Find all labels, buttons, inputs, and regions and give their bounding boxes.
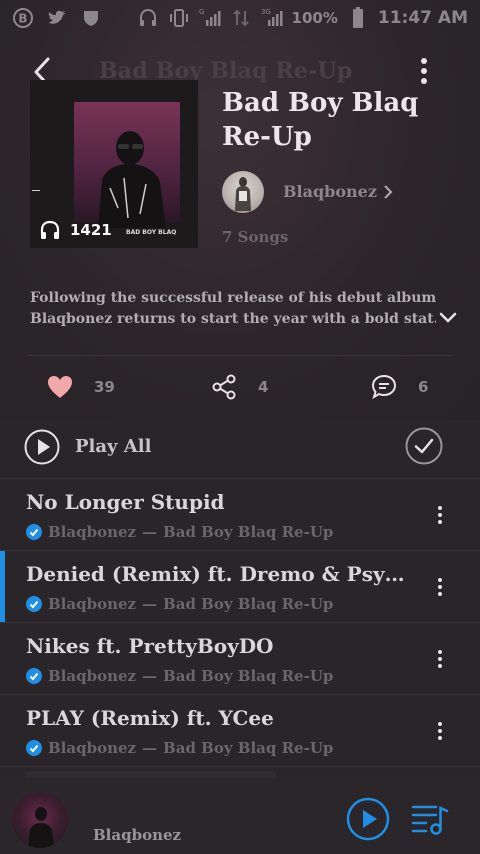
mini-play-button[interactable]: [346, 797, 390, 841]
track-subtitle: Blaqbonez — Bad Boy Blaq Re-Up: [26, 739, 333, 757]
play-all-label[interactable]: Play All: [75, 436, 151, 457]
like-button[interactable]: 39: [46, 372, 115, 402]
mini-player-artist: Blaqbonez: [93, 826, 182, 844]
track-more-button[interactable]: [430, 647, 450, 671]
share-button[interactable]: 4: [210, 372, 268, 402]
kebab-menu-icon: [438, 506, 442, 524]
more-options-button[interactable]: [410, 56, 438, 88]
select-tracks-button[interactable]: [405, 427, 443, 465]
network-label: 3G: [261, 8, 271, 16]
track-more-button[interactable]: [430, 719, 450, 743]
kebab-menu-icon: [421, 58, 427, 84]
like-count: 39: [94, 378, 115, 396]
clock: 11:47 AM: [377, 8, 468, 28]
verified-icon: [26, 740, 42, 756]
kebab-menu-icon: [438, 722, 442, 740]
shield-icon: [80, 7, 102, 29]
kebab-menu-icon: [438, 578, 442, 596]
chevron-down-icon: [439, 312, 457, 323]
track-row-partial[interactable]: [0, 766, 480, 778]
track-album: Bad Boy Blaq Re-Up: [163, 523, 334, 541]
track-list: No Longer Stupid Blaqbonez — Bad Boy Bla…: [0, 478, 480, 766]
play-count-value: 1421: [70, 221, 112, 239]
track-artist: Blaqbonez: [48, 739, 137, 757]
artwork-figure: [28, 807, 54, 848]
data-arrows-icon: [230, 7, 252, 29]
signal-icon: 3G: [261, 7, 283, 29]
track-album: Bad Boy Blaq Re-Up: [163, 667, 334, 685]
play-circle-icon: [24, 429, 60, 465]
album-title: Bad Boy Blaq Re-Up: [222, 88, 419, 152]
play-count: 1421: [38, 218, 112, 242]
description-line: Blaqbonez returns to start the year with…: [30, 311, 436, 327]
comment-count: 6: [418, 378, 429, 396]
track-artist: Blaqbonez: [48, 667, 137, 685]
play-circle-icon: [346, 797, 390, 841]
track-title: PLAY (Remix) ft. YCee: [26, 706, 274, 730]
network-label: G: [199, 8, 204, 16]
track-more-button[interactable]: [430, 575, 450, 599]
track-row[interactable]: Denied (Remix) ft. Dremo & Psych... Blaq…: [0, 550, 480, 623]
vibrate-icon: [168, 7, 190, 29]
verified-icon: [26, 524, 42, 540]
twitter-icon: [46, 7, 68, 29]
mini-player[interactable]: Blaqbonez: [0, 778, 480, 854]
artist-avatar[interactable]: [222, 171, 264, 213]
verified-icon: [26, 596, 42, 612]
mini-player-artwork[interactable]: [12, 792, 68, 848]
signal-icon: G: [199, 7, 221, 29]
separator: —: [142, 523, 158, 541]
description-line: Following the successful release of his …: [30, 290, 436, 306]
headphones-icon: [137, 7, 159, 29]
kebab-menu-icon: [438, 650, 442, 668]
share-icon: [212, 374, 236, 400]
verified-icon: [26, 668, 42, 684]
song-count: 7 Songs: [222, 228, 289, 246]
checkmark-circle-icon: [405, 427, 443, 465]
status-bar: B G 3G 100% 11:47 AM: [0, 0, 480, 36]
track-row[interactable]: PLAY (Remix) ft. YCee Blaqbonez — Bad Bo…: [0, 694, 480, 766]
track-album: Bad Boy Blaq Re-Up: [163, 595, 334, 613]
svg-text:B: B: [18, 12, 27, 26]
separator: —: [142, 739, 158, 757]
share-count: 4: [258, 378, 269, 396]
track-row[interactable]: Nikes ft. PrettyBoyDO Blaqbonez — Bad Bo…: [0, 622, 480, 694]
expand-description-button[interactable]: [436, 306, 460, 330]
heart-icon: [48, 376, 72, 398]
cover-label: BAD BOY BLAQ: [126, 229, 177, 236]
cover-divider: [32, 190, 40, 191]
queue-button[interactable]: [410, 802, 450, 836]
clipped-track-title: [26, 771, 276, 778]
track-album: Bad Boy Blaq Re-Up: [163, 739, 334, 757]
b-circle-icon: B: [12, 7, 34, 29]
now-playing-indicator: [0, 551, 5, 623]
artist-figure-image: [98, 131, 166, 228]
track-artist: Blaqbonez: [48, 595, 137, 613]
track-subtitle: Blaqbonez — Bad Boy Blaq Re-Up: [26, 523, 333, 541]
track-row[interactable]: No Longer Stupid Blaqbonez — Bad Boy Bla…: [0, 478, 480, 550]
separator: —: [142, 667, 158, 685]
separator: —: [142, 595, 158, 613]
track-artist: Blaqbonez: [48, 523, 137, 541]
battery-percent: 100%: [291, 9, 338, 27]
play-all-button[interactable]: [24, 429, 60, 465]
artist-link[interactable]: Blaqbonez: [283, 182, 377, 201]
track-subtitle: Blaqbonez — Bad Boy Blaq Re-Up: [26, 595, 333, 613]
headphones-icon: [40, 220, 60, 239]
artist-photo: [235, 177, 251, 211]
track-more-button[interactable]: [430, 503, 450, 527]
album-cover[interactable]: 1421 BAD BOY BLAQ: [30, 80, 198, 248]
playlist-icon: [411, 805, 449, 835]
comment-button[interactable]: 6: [370, 372, 428, 402]
chevron-right-icon[interactable]: [380, 182, 396, 202]
track-title: Denied (Remix) ft. Dremo & Psych...: [26, 562, 406, 586]
album-description[interactable]: Following the successful release of his …: [30, 288, 436, 330]
battery-icon: [347, 7, 369, 29]
track-title: No Longer Stupid: [26, 490, 225, 514]
track-title: Nikes ft. PrettyBoyDO: [26, 634, 274, 658]
comment-icon: [371, 374, 397, 400]
divider: [26, 355, 454, 356]
track-subtitle: Blaqbonez — Bad Boy Blaq Re-Up: [26, 667, 333, 685]
